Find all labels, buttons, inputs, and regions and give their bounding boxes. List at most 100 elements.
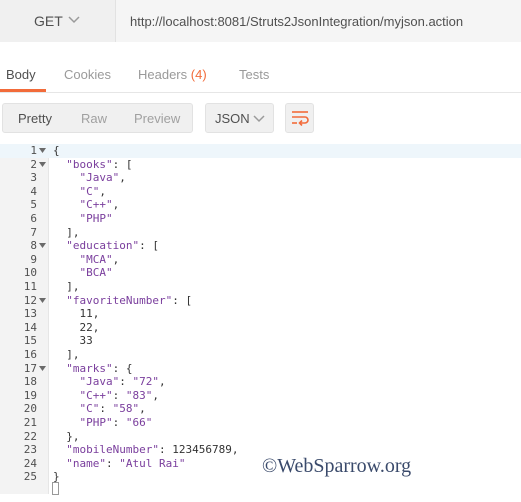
code-line: 15 33 xyxy=(0,334,521,348)
code-line: 9 "MCA", xyxy=(0,253,521,267)
line-number: 11 xyxy=(23,280,37,293)
tab-body[interactable]: Body xyxy=(6,67,36,82)
code-line: 7 ], xyxy=(0,226,521,240)
url-text: http://localhost:8081/Struts2JsonIntegra… xyxy=(130,14,464,29)
fold-arrow-icon[interactable] xyxy=(39,243,46,249)
code-line: 18 "Java": "72", xyxy=(0,375,521,389)
code-line: 10 "BCA" xyxy=(0,266,521,280)
watermark: ©WebSparrow.org xyxy=(262,455,412,477)
code-line: 19 "C++": "83", xyxy=(0,389,521,403)
json-code-viewer[interactable]: 1{2 "books": [3 "Java", 4 "C", 5 "C++", 6 "… xyxy=(0,144,521,495)
wrap-lines-icon xyxy=(292,111,309,126)
line-number: 18 xyxy=(23,375,37,389)
code-line: 3 "Java", xyxy=(0,171,521,185)
code-text: "books": [ xyxy=(66,157,133,171)
code-line: 6 "PHP" xyxy=(0,212,521,226)
chevron-down-icon xyxy=(253,115,265,123)
code-text: "name": "Atul Rai" xyxy=(66,456,186,470)
line-number: 10 xyxy=(23,266,37,280)
line-number: 2 xyxy=(30,157,37,171)
active-tab-indicator xyxy=(0,89,46,92)
code-text: "favoriteNumber": [ xyxy=(66,293,193,307)
code-text: "PHP": "66" xyxy=(79,416,153,429)
format-label: JSON xyxy=(215,111,250,126)
raw-button[interactable]: Raw xyxy=(81,111,107,126)
pretty-button[interactable]: Pretty xyxy=(18,111,52,126)
code-line: 24 "name": "Atul Rai" xyxy=(0,457,521,471)
code-line: 11 ], xyxy=(0,280,521,294)
line-number: 22 xyxy=(23,429,37,443)
code-line: 1{ xyxy=(0,144,521,158)
code-text: "C++", xyxy=(79,198,120,212)
fold-arrow-icon[interactable] xyxy=(39,161,46,168)
line-number: 12 xyxy=(23,293,37,307)
code-text: "MCA", xyxy=(79,252,120,266)
code-line: 22 }, xyxy=(0,430,521,444)
fold-arrow-icon[interactable] xyxy=(39,148,46,154)
method-selector[interactable]: GET xyxy=(0,0,116,42)
code-text: 11, xyxy=(53,307,100,321)
code-text: ], xyxy=(53,225,80,239)
code-text: "C++": "83", xyxy=(79,388,160,402)
tab-tests[interactable]: Tests xyxy=(239,67,269,82)
code-line: 13 11, xyxy=(0,307,521,321)
code-text: "PHP" xyxy=(79,212,113,225)
line-number: 6 xyxy=(30,212,37,225)
tab-headers[interactable]: Headers (4) xyxy=(138,67,207,82)
chevron-down-icon xyxy=(68,16,80,24)
fold-arrow-icon[interactable] xyxy=(39,297,46,304)
text-cursor xyxy=(52,482,59,495)
code-line: 25} xyxy=(0,470,521,484)
response-toolbar: Pretty Raw Preview JSON xyxy=(0,103,521,135)
line-number: 19 xyxy=(23,388,37,402)
code-text: "marks": { xyxy=(66,361,133,375)
code-line: 20 "C": "58", xyxy=(0,402,521,416)
code-line: 5 "C++", xyxy=(0,198,521,212)
code-text: "education": [ xyxy=(66,239,159,253)
line-number: 14 xyxy=(23,320,37,334)
method-label: GET xyxy=(34,13,63,29)
code-text: "BCA" xyxy=(79,266,113,280)
view-mode-group: Pretty Raw Preview xyxy=(2,103,193,133)
code-line: 21 "PHP": "66" xyxy=(0,416,521,430)
code-text: ], xyxy=(53,280,80,293)
response-tabs: Body Cookies Headers (4) Tests xyxy=(0,60,521,93)
line-number: 21 xyxy=(23,416,37,429)
code-line: 2 "books": [ xyxy=(0,158,521,172)
code-line: 4 "C", xyxy=(0,185,521,199)
code-text: }, xyxy=(53,429,80,443)
code-line: 8 "education": [ xyxy=(0,239,521,253)
code-text: "C": "58", xyxy=(79,402,146,416)
line-number: 20 xyxy=(23,402,37,416)
line-number: 8 xyxy=(30,239,37,253)
line-number: 25 xyxy=(23,470,37,484)
code-line: 17 "marks": { xyxy=(0,362,521,376)
fold-arrow-icon[interactable] xyxy=(39,365,46,372)
line-number: 17 xyxy=(23,361,37,375)
code-text: "C", xyxy=(79,184,107,198)
line-number: 23 xyxy=(23,443,37,457)
code-line: 14 22, xyxy=(0,321,521,335)
code-line: 12 "favoriteNumber": [ xyxy=(0,294,521,308)
code-text: 33 xyxy=(53,334,93,348)
line-number: 15 xyxy=(23,334,37,348)
line-number: 13 xyxy=(23,307,37,321)
line-number: 5 xyxy=(30,198,37,212)
code-text: "Java", xyxy=(79,171,126,185)
tab-cookies[interactable]: Cookies xyxy=(64,67,111,82)
headers-count-badge: (4) xyxy=(190,67,207,82)
format-dropdown[interactable]: JSON xyxy=(205,103,274,133)
tab-headers-label: Headers xyxy=(138,67,188,82)
code-line: 23 "mobileNumber": 123456789, xyxy=(0,443,521,457)
url-input[interactable]: http://localhost:8081/Struts2JsonIntegra… xyxy=(116,0,521,42)
preview-button[interactable]: Preview xyxy=(134,111,180,126)
line-number: 24 xyxy=(23,456,37,470)
wrap-lines-button[interactable] xyxy=(285,103,314,133)
line-number: 1 xyxy=(30,144,37,157)
code-text: ], xyxy=(53,348,80,361)
request-bar: GET http://localhost:8081/Struts2JsonInt… xyxy=(0,0,521,42)
line-number: 4 xyxy=(30,184,37,198)
line-number: 9 xyxy=(30,252,37,266)
code-text: { xyxy=(53,144,60,157)
code-text: "Java": "72", xyxy=(79,375,166,389)
